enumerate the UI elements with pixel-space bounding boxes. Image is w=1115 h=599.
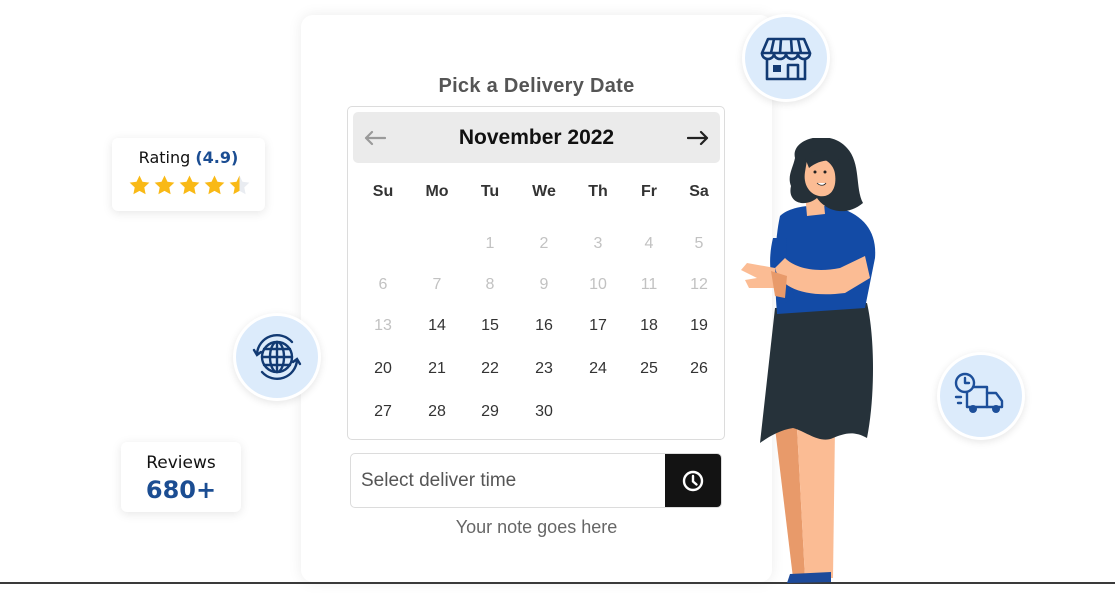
calendar-day[interactable]: 23 bbox=[522, 352, 566, 386]
weekday-label: Sa bbox=[689, 183, 709, 200]
weekday-label: Su bbox=[372, 183, 394, 200]
star-icon bbox=[179, 175, 200, 195]
woman-illustration bbox=[741, 138, 876, 583]
weekday-label: Mo bbox=[425, 183, 449, 200]
calendar-day[interactable]: 17 bbox=[576, 309, 620, 343]
calendar-day: 7 bbox=[432, 276, 442, 293]
calendar-day: 2 bbox=[539, 235, 549, 252]
star-icon bbox=[154, 175, 175, 195]
rating-badge: Rating (4.9) bbox=[112, 138, 265, 211]
star-icon bbox=[229, 175, 250, 195]
store-icon-badge bbox=[742, 14, 830, 102]
clock-icon bbox=[682, 470, 704, 491]
store-icon bbox=[760, 37, 812, 81]
calendar-day[interactable]: 28 bbox=[415, 395, 459, 429]
calendar-header: November 2022 bbox=[353, 112, 720, 163]
calendar-day: 9 bbox=[539, 276, 549, 293]
calendar-day[interactable]: 29 bbox=[468, 395, 512, 429]
calendar-day[interactable]: 30 bbox=[522, 395, 566, 429]
calendar-day: 11 bbox=[640, 276, 658, 293]
calendar-day[interactable]: 24 bbox=[576, 352, 620, 386]
reviews-badge: Reviews 680+ bbox=[121, 442, 241, 512]
calendar-day[interactable]: 26 bbox=[677, 352, 721, 386]
star-icon bbox=[129, 175, 150, 195]
calendar-day[interactable]: 27 bbox=[361, 395, 405, 429]
month-label: November 2022 bbox=[458, 126, 615, 149]
calendar-day: 5 bbox=[694, 235, 704, 252]
time-picker-button[interactable] bbox=[665, 454, 721, 507]
calendar-day: 8 bbox=[485, 276, 495, 293]
delivery-date-card: Pick a Delivery Date November 2022 Su Mo T… bbox=[301, 15, 772, 582]
rating-value: (4.9) bbox=[195, 148, 239, 167]
delivery-time-field bbox=[350, 453, 722, 508]
star-icon bbox=[204, 175, 225, 195]
ground-line bbox=[0, 582, 1115, 584]
calendar-day[interactable]: 16 bbox=[522, 309, 566, 343]
rating-label: Rating bbox=[138, 148, 191, 167]
calendar-day[interactable]: 22 bbox=[468, 352, 512, 386]
calendar: November 2022 Su Mo Tu We Th Fr Sa 1 2 3 4 5 6 7 8 9 10… bbox=[347, 106, 725, 440]
calendar-day: 13 bbox=[374, 317, 392, 334]
weekday-label: We bbox=[532, 183, 556, 200]
calendar-day[interactable]: 21 bbox=[415, 352, 459, 386]
reviews-label: Reviews bbox=[146, 453, 216, 473]
globe-icon-badge bbox=[233, 313, 321, 401]
calendar-day[interactable]: 18 bbox=[627, 309, 671, 343]
weekday-label: Tu bbox=[480, 183, 500, 200]
calendar-day: 10 bbox=[589, 276, 607, 293]
arrow-right-icon bbox=[687, 130, 709, 146]
calendar-day: 3 bbox=[593, 235, 603, 252]
calendar-day[interactable]: 25 bbox=[627, 352, 671, 386]
delivery-time-input[interactable] bbox=[351, 454, 665, 507]
note-text: Your note goes here bbox=[455, 517, 618, 537]
calendar-day[interactable]: 14 bbox=[415, 309, 459, 343]
delivery-truck-clock-icon bbox=[954, 372, 1004, 413]
reviews-count: 680+ bbox=[145, 476, 217, 504]
weekday-label: Th bbox=[588, 183, 608, 200]
next-month-button[interactable] bbox=[684, 124, 712, 152]
calendar-day: 1 bbox=[485, 235, 495, 252]
weekday-label: Fr bbox=[641, 183, 657, 200]
calendar-day[interactable]: 20 bbox=[361, 352, 405, 386]
globe-sync-icon bbox=[252, 334, 302, 380]
calendar-day[interactable]: 19 bbox=[677, 309, 721, 343]
calendar-day: 4 bbox=[644, 235, 654, 252]
truck-icon-badge bbox=[937, 352, 1025, 440]
calendar-day: 12 bbox=[690, 276, 708, 293]
card-title: Pick a Delivery Date bbox=[438, 75, 635, 97]
star-rating bbox=[128, 174, 251, 197]
calendar-day[interactable]: 15 bbox=[468, 309, 512, 343]
calendar-day: 6 bbox=[378, 276, 388, 293]
